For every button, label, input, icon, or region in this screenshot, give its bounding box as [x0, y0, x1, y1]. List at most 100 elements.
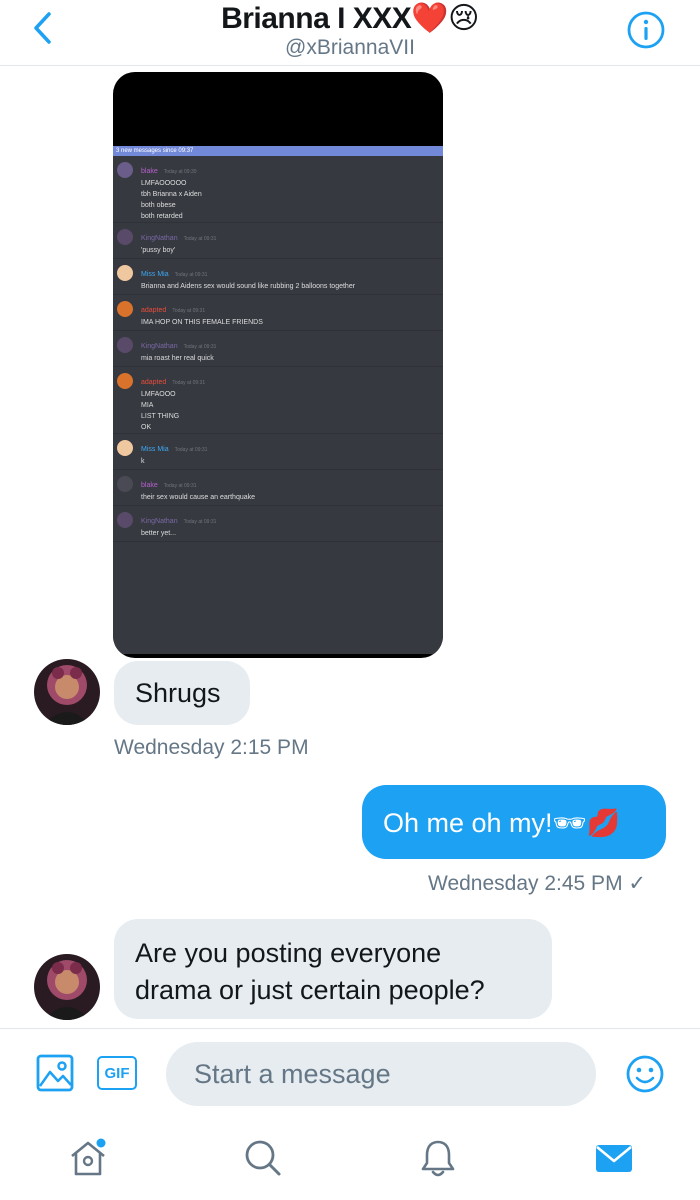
avatar-photo [34, 659, 100, 725]
discord-message: KingNathan Today at 09:31 mia roast her re… [113, 331, 443, 367]
info-icon [627, 11, 665, 49]
new-messages-bar: 3 new messages since 09:37 [113, 146, 443, 156]
tab-home[interactable] [66, 1136, 110, 1180]
discord-username: blake [141, 168, 158, 175]
image-icon [36, 1054, 74, 1092]
discord-message-header: KingNathan Today at 09:31 [141, 227, 443, 245]
mail-icon [596, 1145, 632, 1172]
discord-message-list: blake Today at 09:30 LMFAOOOOO tbh Brianna … [113, 156, 443, 542]
discord-username: KingNathan [141, 343, 178, 350]
discord-message-text: better yet... [141, 530, 177, 537]
discord-message: blake Today at 09:31 their sex would cause… [113, 470, 443, 506]
tab-search[interactable] [241, 1136, 285, 1180]
discord-message-header: KingNathan Today at 09:31 [141, 510, 443, 528]
discord-timestamp: Today at 09:31 [172, 308, 206, 314]
bell-icon [421, 1140, 455, 1177]
search-icon [245, 1140, 281, 1176]
discord-message-text: Brianna and Aidens sex would sound like … [141, 283, 356, 290]
discord-avatar [117, 301, 133, 317]
discord-timestamp: Today at 09:30 [163, 169, 197, 175]
discord-message: blake Today at 09:30 LMFAOOOOO tbh Brianna … [113, 156, 443, 223]
discord-message-header: blake Today at 09:30 [141, 160, 443, 178]
discord-avatar [117, 512, 133, 528]
discord-message-text: mia roast her real quick [141, 355, 214, 362]
discord-username: adapted [141, 307, 167, 314]
tab-messages[interactable] [592, 1136, 636, 1180]
discord-message-text: k [141, 458, 145, 465]
discord-message-text: tbh Brianna x Aiden [141, 191, 202, 198]
discord-message: Miss Mia Today at 09:31 k [113, 434, 443, 470]
discord-message-text: both retarded [141, 213, 183, 220]
avatar-photo [34, 954, 100, 1020]
discord-avatar [117, 265, 133, 281]
message-text-line: Are you posting everyone [135, 938, 442, 968]
home-icon [71, 1138, 106, 1176]
discord-message-text: OK [141, 424, 152, 431]
discord-message-text: MIA [141, 402, 154, 409]
discord-message: Miss Mia Today at 09:31 Brianna and Aidens… [113, 259, 443, 295]
discord-avatar [117, 440, 133, 456]
message-timestamp: Wednesday 2:15 PM [114, 736, 309, 759]
info-button[interactable] [626, 10, 666, 50]
tab-notifications[interactable] [416, 1136, 460, 1180]
discord-username: adapted [141, 379, 167, 386]
discord-timestamp: Today at 09:31 [183, 236, 217, 242]
discord-username: KingNathan [141, 235, 178, 242]
discord-avatar [117, 337, 133, 353]
discord-timestamp: Today at 09:31 [163, 483, 197, 489]
discord-timestamp: Today at 09:31 [183, 519, 217, 525]
discord-username: Miss Mia [141, 446, 169, 453]
discord-avatar [117, 162, 133, 178]
received-message-bubble[interactable]: Are you posting everyone drama or just c… [114, 919, 552, 1019]
received-message-bubble[interactable]: Shrugs [114, 661, 250, 725]
conversation-title: Brianna I XXX❤️😢 [221, 2, 479, 35]
avatar[interactable] [34, 659, 100, 725]
discord-message-text: LMFAOOO [141, 391, 176, 398]
conversation-handle: @xBriannaVII [285, 36, 415, 59]
gif-button[interactable]: GIF [97, 1056, 137, 1090]
discord-message-text: both obese [141, 202, 176, 209]
discord-message-text: LMFAOOOOO [141, 180, 187, 187]
discord-message: adapted Today at 09:31 LMFAOOO MIA LIST THIN… [113, 367, 443, 434]
discord-message-header: adapted Today at 09:31 [141, 371, 443, 389]
discord-timestamp: Today at 09:31 [183, 344, 217, 350]
discord-timestamp: Today at 09:31 [174, 447, 208, 453]
discord-username: blake [141, 482, 158, 489]
discord-message-text: IMA HOP ON THIS FEMALE FRIENDS [141, 319, 263, 326]
message-text: Oh me oh my!🕶💋 [383, 808, 621, 838]
discord-message-header: Miss Mia Today at 09:31 [141, 438, 443, 456]
discord-avatar [117, 476, 133, 492]
discord-message-text: their sex would cause an earthquake [141, 494, 256, 501]
message-input[interactable] [166, 1042, 596, 1106]
discord-message-text: LIST THING [141, 413, 180, 420]
conversation-title-block[interactable]: Brianna I XXX❤️😢 @xBriannaVII [0, 2, 700, 60]
shared-image[interactable]: 3 new messages since 09:37 blake Today at… [113, 72, 443, 658]
add-image-button[interactable] [36, 1054, 74, 1092]
discord-chat-screenshot: 3 new messages since 09:37 blake Today at… [113, 146, 443, 654]
avatar[interactable] [34, 954, 100, 1020]
discord-message: KingNathan Today at 09:31 'pussy boy' [113, 223, 443, 259]
discord-timestamp: Today at 09:31 [172, 380, 206, 386]
gif-label: GIF [104, 1064, 130, 1082]
discord-message-header: blake Today at 09:31 [141, 474, 443, 492]
message-text-line: drama or just certain people? [135, 975, 485, 1005]
message-composer: GIF [0, 1028, 700, 1118]
message-timestamp: Wednesday 2:45 PM ✓ [428, 872, 646, 895]
discord-message: adapted Today at 09:31 IMA HOP ON THIS FEM… [113, 295, 443, 331]
tab-bar [0, 1118, 700, 1200]
discord-avatar [117, 229, 133, 245]
conversation-header: Brianna I XXX❤️😢 @xBriannaVII [0, 0, 700, 66]
discord-username: Miss Mia [141, 271, 169, 278]
sent-message-bubble[interactable]: Oh me oh my!🕶💋 [362, 785, 666, 859]
discord-message: KingNathan Today at 09:31 better yet... [113, 506, 443, 542]
emoji-button[interactable] [625, 1054, 665, 1094]
emoji-icon [626, 1055, 664, 1093]
discord-message-text: 'pussy boy' [141, 247, 176, 254]
discord-message-header: adapted Today at 09:31 [141, 299, 443, 317]
discord-username: KingNathan [141, 518, 178, 525]
message-text: Shrugs [135, 678, 221, 708]
discord-message-header: KingNathan Today at 09:31 [141, 335, 443, 353]
discord-message-header: Miss Mia Today at 09:31 [141, 263, 443, 281]
discord-timestamp: Today at 09:31 [174, 272, 208, 278]
discord-avatar [117, 373, 133, 389]
